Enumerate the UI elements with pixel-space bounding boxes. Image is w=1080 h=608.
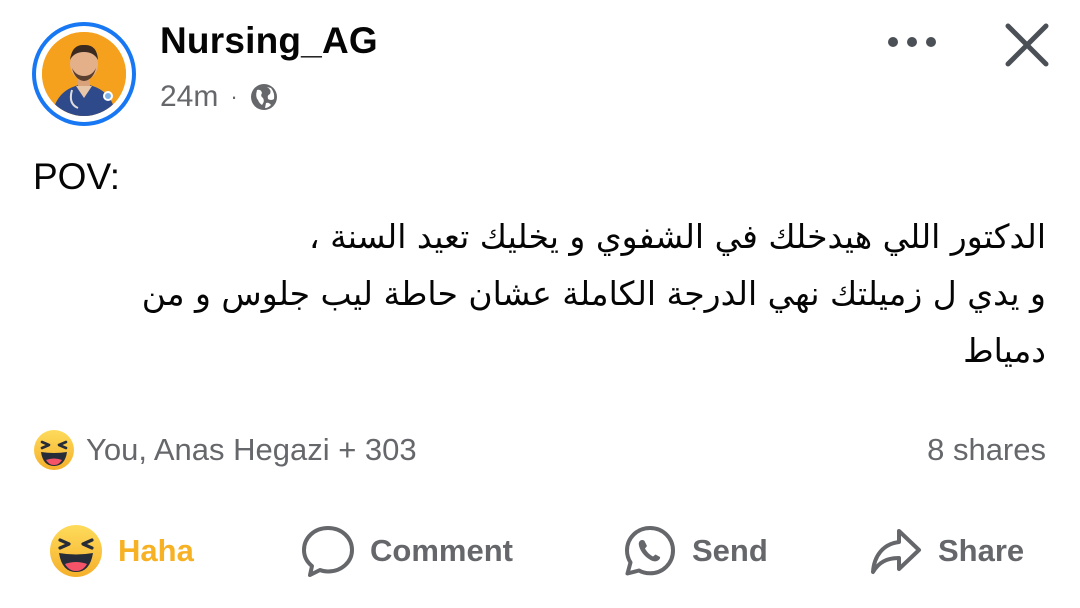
avatar[interactable] bbox=[32, 22, 136, 126]
meta-separator: · bbox=[230, 84, 238, 109]
reactions-summary-text: You, Anas Hegazi + 303 bbox=[86, 432, 417, 467]
post-text-line: الدكتور اللي هيدخلك في الشفوي و يخليك تع… bbox=[308, 217, 1046, 256]
post-text-arabic: الدكتور اللي هيدخلك في الشفوي و يخليك تع… bbox=[50, 208, 1046, 379]
send-label: Send bbox=[692, 533, 768, 568]
haha-emoji-icon bbox=[34, 430, 74, 470]
whatsapp-icon bbox=[625, 526, 675, 576]
share-button[interactable]: Share bbox=[868, 520, 1024, 582]
post-text-line: و يدي ل زميلتك نهي الدرجة الكاملة عشان ح… bbox=[141, 274, 1046, 313]
share-label: Share bbox=[938, 533, 1025, 568]
more-horizontal-icon[interactable] bbox=[880, 22, 944, 62]
author-name[interactable]: Nursing_AG bbox=[160, 20, 378, 62]
post-time[interactable]: 24m bbox=[160, 80, 218, 114]
post-meta: 24m · bbox=[160, 80, 280, 114]
reactions-summary[interactable]: You, Anas Hegazi + 303 bbox=[32, 428, 417, 472]
post-text-pov: POV: bbox=[33, 156, 121, 197]
shares-count[interactable]: 8 shares bbox=[927, 432, 1046, 468]
comment-label: Comment bbox=[370, 533, 513, 568]
comment-button[interactable]: Comment bbox=[300, 520, 513, 582]
globe-icon bbox=[248, 81, 280, 113]
send-button[interactable]: Send bbox=[622, 520, 768, 582]
avatar-photo bbox=[42, 32, 126, 116]
post-text-line: دمياط bbox=[963, 331, 1046, 370]
haha-reaction-button[interactable]: Haha bbox=[48, 520, 194, 582]
comment-icon bbox=[302, 526, 354, 577]
haha-label: Haha bbox=[118, 533, 194, 568]
haha-emoji-icon bbox=[50, 525, 102, 577]
share-arrow-icon bbox=[871, 529, 921, 574]
facebook-post: Nursing_AG 24m · POV: الدكتور اللي هيدخل… bbox=[0, 0, 1080, 608]
close-icon[interactable] bbox=[1000, 18, 1054, 72]
